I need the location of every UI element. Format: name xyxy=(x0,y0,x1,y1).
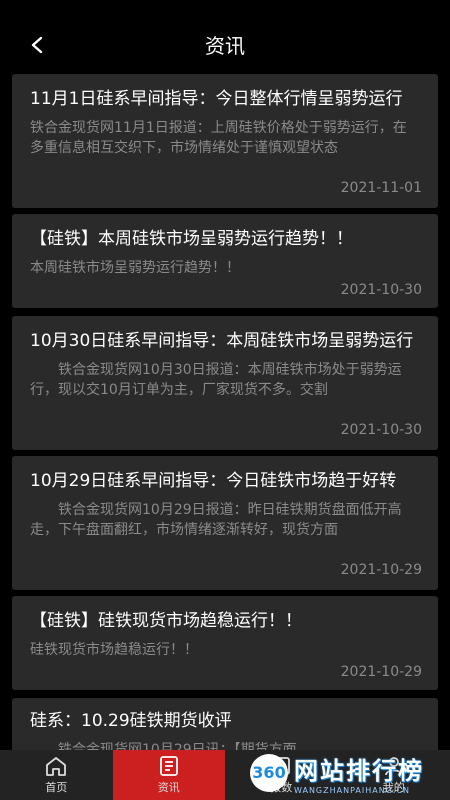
news-summary: 铁合金现货网11月1日报道：上周硅铁价格处于弱势运行，在多重信息相互交织下，市场… xyxy=(30,120,407,156)
tab-label: 我的 xyxy=(382,781,405,794)
news-summary: 铁合金现货网10月29日报道：昨日硅铁期货盘面低开高走，下午盘面翻红，市场情绪逐… xyxy=(30,502,402,538)
news-date: 2021-11-01 xyxy=(340,180,422,196)
news-title: 11月1日硅系早间指导：今日整体行情呈弱势运行 xyxy=(30,89,403,109)
tab-news[interactable]: 资讯 xyxy=(112,750,225,800)
news-item[interactable]: 硅系：10.29硅铁期货收评 铁合金现货网10月29日讯：【期货方面 xyxy=(12,698,438,750)
news-summary: 本周硅铁市场呈弱势运行趋势！！ xyxy=(30,260,240,276)
tab-label: 资讯 xyxy=(157,781,180,794)
news-title: 硅系：10.29硅铁期货收评 xyxy=(30,711,232,731)
news-item[interactable]: 11月1日硅系早间指导：今日整体行情呈弱势运行 铁合金现货网11月1日报道：上周… xyxy=(12,74,438,208)
bottom-tab-bar: 首页 资讯 报数 我的 xyxy=(0,750,450,800)
news-item[interactable]: 【硅铁】硅铁现货市场趋稳运行！！ 硅铁现货市场趋稳运行！！ 2021-10-29 xyxy=(12,596,438,690)
news-list[interactable]: 11月1日硅系早间指导：今日整体行情呈弱势运行 铁合金现货网11月1日报道：上周… xyxy=(0,74,450,750)
tab-home[interactable]: 首页 xyxy=(0,750,113,800)
tab-label: 首页 xyxy=(45,781,68,794)
news-date: 2021-10-30 xyxy=(340,282,422,298)
page-title: 资讯 xyxy=(205,34,245,58)
news-summary: 铁合金现货网10月29日讯：【期货方面 xyxy=(30,742,297,750)
news-title: 10月29日硅系早间指导：今日硅铁市场趋于好转 xyxy=(30,471,397,491)
top-bar: 资讯 xyxy=(0,0,450,74)
report-icon xyxy=(272,757,291,775)
user-icon xyxy=(384,757,403,776)
news-icon xyxy=(159,756,178,776)
news-date: 2021-10-29 xyxy=(340,664,422,680)
news-summary: 硅铁现货市场趋稳运行！！ xyxy=(30,642,198,658)
news-date: 2021-10-30 xyxy=(340,422,422,438)
news-item[interactable]: 10月30日硅系早间指导：本周硅铁市场呈弱势运行 铁合金现货网10月30日报道：… xyxy=(12,316,438,450)
tab-report[interactable]: 报数 xyxy=(225,750,338,800)
news-item[interactable]: 【硅铁】本周硅铁市场呈弱势运行趋势！！ 本周硅铁市场呈弱势运行趋势！！ 2021… xyxy=(12,214,438,308)
tab-profile[interactable]: 我的 xyxy=(338,750,450,800)
news-title: 【硅铁】本周硅铁市场呈弱势运行趋势！！ xyxy=(30,229,353,249)
news-title: 10月30日硅系早间指导：本周硅铁市场呈弱势运行 xyxy=(30,331,414,351)
home-icon xyxy=(46,757,67,776)
news-title: 【硅铁】硅铁现货市场趋稳运行！！ xyxy=(30,611,302,631)
news-summary: 铁合金现货网10月30日报道：本周硅铁市场处于弱势运行，现以交10月订单为主，厂… xyxy=(30,362,402,398)
tab-label: 报数 xyxy=(270,781,293,794)
news-item[interactable]: 10月29日硅系早间指导：今日硅铁市场趋于好转 铁合金现货网10月29日报道：昨… xyxy=(12,456,438,590)
news-date: 2021-10-29 xyxy=(340,562,422,578)
